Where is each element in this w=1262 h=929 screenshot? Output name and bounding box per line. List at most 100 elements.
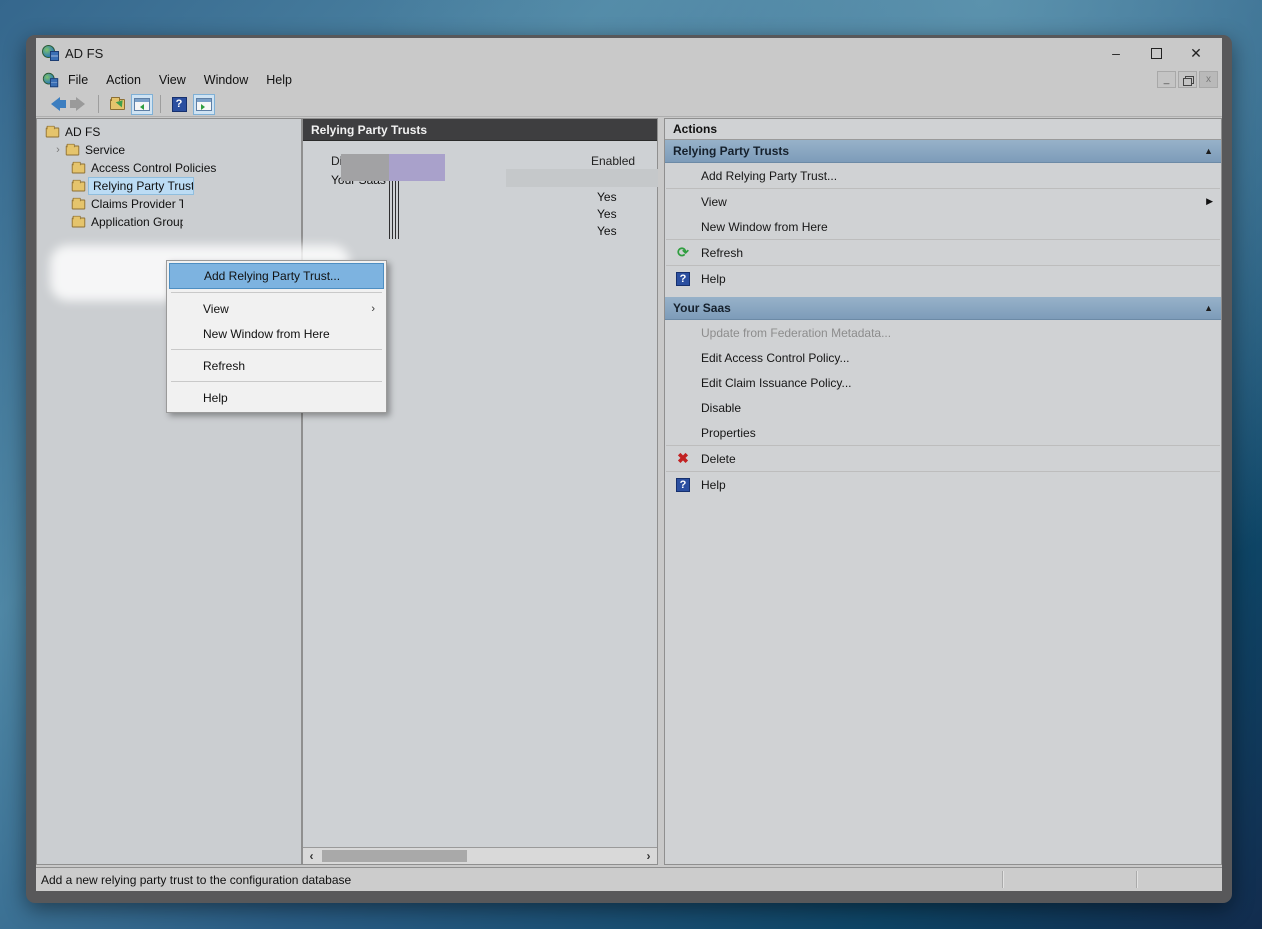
child-minimize-button[interactable]: _ [1157,71,1176,88]
scrollbar-thumb[interactable] [322,850,467,862]
collapse-icon[interactable]: ▲ [1204,146,1213,156]
actions-section-relying-party-trusts[interactable]: Relying Party Trusts ▲ [665,140,1221,163]
child-close-button[interactable]: x [1199,71,1218,88]
tree-item-claims-provider-trusts[interactable]: Claims Provider Trusts [37,195,301,213]
help-icon: ? [675,477,691,493]
forward-button[interactable] [69,94,91,115]
minimize-button[interactable]: – [1096,41,1136,65]
menu-help[interactable]: Help [257,70,301,90]
toolbar: ? [36,92,1222,117]
redaction-band [506,169,658,187]
folder-icon [46,127,60,137]
submenu-arrow-icon: ▶ [1206,196,1213,207]
separator [171,381,382,382]
folder-icon [66,145,80,155]
restore-icon [1183,76,1192,84]
context-view[interactable]: View › [169,296,384,321]
relying-party-trusts-pane: Relying Party Trusts Display Name Enable… [302,118,658,865]
refresh-icon: ⟳ [675,245,691,261]
trust-row-enabled[interactable]: Yes [597,207,617,221]
action-new-window-from-here[interactable]: New Window from Here [665,214,1221,239]
status-separator [1002,871,1003,888]
separator [171,292,382,293]
export-list-button[interactable] [106,94,128,115]
menu-window[interactable]: Window [195,70,257,90]
action-edit-claim-issuance-policy[interactable]: Edit Claim Issuance Policy... [665,370,1221,395]
action-add-relying-party-trust[interactable]: Add Relying Party Trust... [665,163,1221,188]
main-area: AD FS › Service Access Control Policies [36,117,1222,867]
tree-item-application-groups[interactable]: Application Groups [37,213,301,231]
back-icon [51,97,60,111]
action-update-from-federation-metadata: Update from Federation Metadata... [665,320,1221,345]
tree-item-service[interactable]: › Service [37,141,301,159]
delete-icon: ✖ [675,451,691,467]
actions-section-your-saas[interactable]: Your Saas ▲ [665,297,1221,320]
column-header-enabled[interactable]: Enabled [591,154,635,168]
context-menu: Add Relying Party Trust... View › New Wi… [166,260,387,413]
status-bar: Add a new relying party trust to the con… [36,867,1222,891]
folder-icon [72,181,86,191]
title-bar[interactable]: AD FS – ✕ [36,38,1222,68]
tree-item-adfs-root[interactable]: AD FS [37,123,301,141]
submenu-arrow-icon: › [371,303,375,315]
console-icon [43,73,58,87]
help-icon: ? [675,271,691,287]
redaction-stripes [389,181,399,239]
scroll-left-arrow[interactable]: ‹ [303,849,320,863]
action-edit-access-control-policy[interactable]: Edit Access Control Policy... [665,345,1221,370]
child-restore-button[interactable] [1178,71,1197,88]
tree-item-access-control-policies[interactable]: Access Control Policies [37,159,301,177]
action-refresh[interactable]: ⟳ Refresh [665,240,1221,265]
maximize-icon [1151,48,1162,59]
console-tree-icon [134,98,150,111]
context-new-window-from-here[interactable]: New Window from Here [169,321,384,346]
show-action-pane-toggle[interactable] [193,94,215,115]
context-add-relying-party-trust[interactable]: Add Relying Party Trust... [169,263,384,289]
menu-view[interactable]: View [150,70,195,90]
menu-action[interactable]: Action [97,70,150,90]
action-help[interactable]: ? Help [665,472,1221,497]
redaction-box-purple [389,154,445,181]
adfs-app-icon [42,45,59,61]
action-delete[interactable]: ✖ Delete [665,446,1221,471]
scrollbar-track[interactable] [320,848,640,864]
action-help[interactable]: ? Help [665,266,1221,291]
separator [171,349,382,350]
menu-file[interactable]: File [59,70,97,90]
forward-icon [76,97,85,111]
expander-icon[interactable]: › [53,144,63,156]
desktop-background: AD FS – ✕ File Action View Window Help _ [0,0,1262,929]
toolbar-separator [160,95,161,113]
menu-bar: File Action View Window Help _ x [36,68,1222,92]
folder-icon [72,217,86,227]
toolbar-separator [98,95,99,113]
scroll-right-arrow[interactable]: › [640,849,657,863]
show-console-tree-toggle[interactable] [131,94,153,115]
trusts-list: Display Name Enabled Your Saas Yes Yes Y… [303,141,657,847]
close-button[interactable]: ✕ [1176,41,1216,65]
horizontal-scrollbar[interactable]: ‹ › [303,847,657,864]
center-pane-header: Relying Party Trusts [303,119,657,141]
tree-item-relying-party-trusts[interactable]: Relying Party Trusts [37,177,301,195]
help-button[interactable]: ? [168,94,190,115]
status-text: Add a new relying party trust to the con… [41,873,351,887]
actions-pane-title: Actions [665,119,1221,140]
actions-pane: Actions Relying Party Trusts ▲ Add Relyi… [664,118,1222,865]
context-help[interactable]: Help [169,385,384,410]
redaction-box-gray [341,154,389,181]
maximize-button[interactable] [1136,41,1176,65]
export-folder-icon [110,99,125,110]
back-button[interactable] [44,94,66,115]
trust-row-enabled[interactable]: Yes [597,190,617,204]
trust-row-enabled[interactable]: Yes [597,224,617,238]
collapse-icon[interactable]: ▲ [1204,303,1213,313]
action-view[interactable]: View ▶ [665,189,1221,214]
action-pane-icon [196,98,212,111]
adfs-window: AD FS – ✕ File Action View Window Help _ [26,35,1232,903]
action-disable[interactable]: Disable [665,395,1221,420]
help-icon: ? [172,97,187,112]
context-refresh[interactable]: Refresh [169,353,384,378]
folder-icon [72,199,86,209]
window-title: AD FS [65,46,103,61]
action-properties[interactable]: Properties [665,420,1221,445]
